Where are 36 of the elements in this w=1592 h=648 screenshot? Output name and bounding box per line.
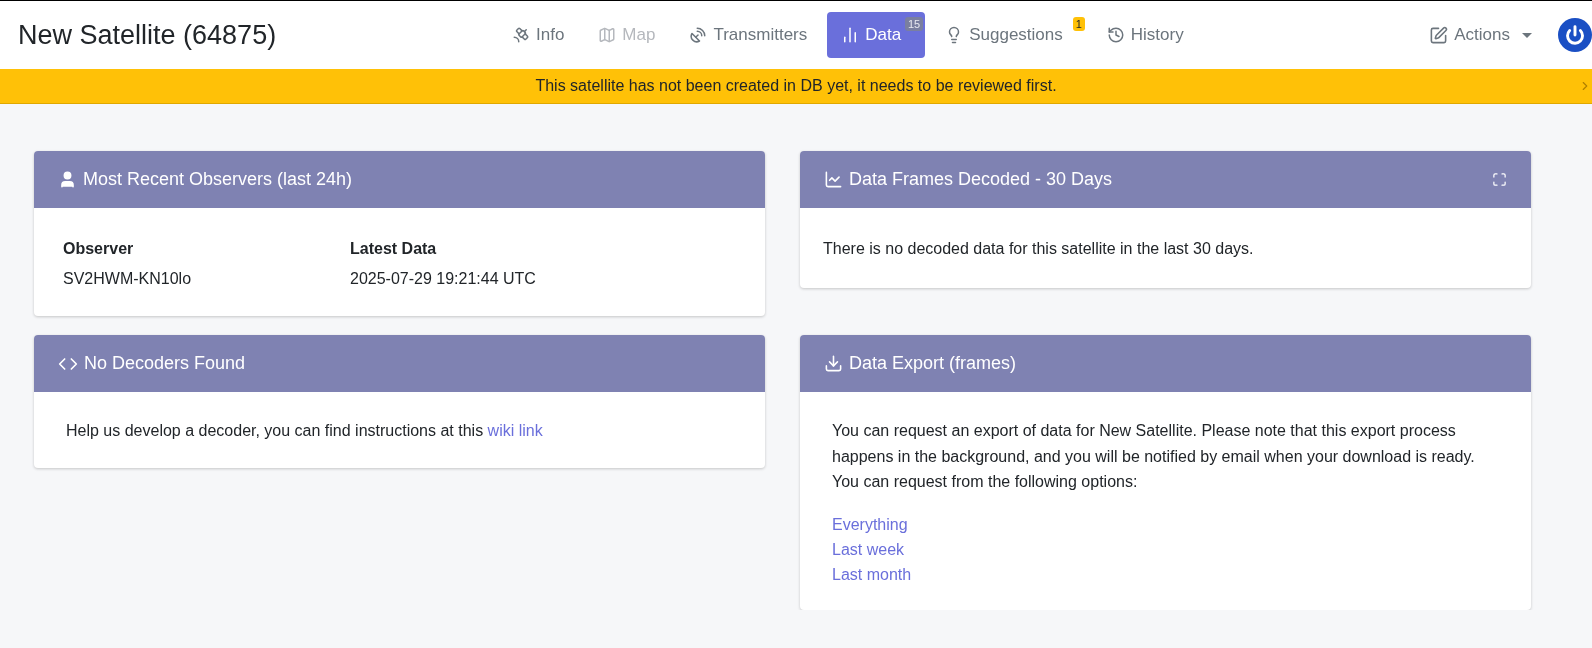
export-description: You can request an export of data for New Satellite. Please note that this export process happens in the background, and you will be notified by email when your download is ready. You can request from the following options: xyxy=(832,421,1476,493)
nav-tab[interactable]: Info xyxy=(498,12,579,58)
export-option-link[interactable]: Last month xyxy=(832,562,1499,588)
banner-text: This satellite has not been created in DB yet, it needs to be reviewed first. xyxy=(535,77,1057,95)
count-badge: 1 xyxy=(1072,17,1085,31)
export-option-link[interactable]: Last week xyxy=(832,537,1499,563)
column-header: Observer xyxy=(63,240,135,258)
edit-icon xyxy=(1429,25,1449,45)
actions-dropdown[interactable]: Actions xyxy=(1429,25,1532,45)
table-cell-text: SV2HWM-KN10lo xyxy=(63,270,193,288)
empty-message: There is no decoded data for this satellite in the last 30 days. xyxy=(823,239,1255,259)
user-icon xyxy=(58,170,77,189)
export-option-link[interactable]: Everything xyxy=(832,512,1499,538)
card-title: Data Export (frames) xyxy=(849,353,1018,374)
table-cell-text: 2025-07-29 19:21:44 UTC xyxy=(350,270,537,288)
count-badge: 15 xyxy=(904,17,924,31)
history-icon xyxy=(1106,26,1125,44)
nav-tab[interactable]: Transmitters xyxy=(675,12,822,58)
fullscreen-icon[interactable] xyxy=(1492,172,1507,187)
download-icon xyxy=(824,354,843,373)
map-icon xyxy=(598,26,617,44)
nav-tab[interactable]: History xyxy=(1092,12,1198,58)
nav-tab[interactable]: Data 15 xyxy=(827,12,926,58)
satellite-dish-icon xyxy=(689,26,708,44)
wiki-link[interactable]: wiki link xyxy=(487,422,543,439)
column-header: Latest Data xyxy=(350,240,438,258)
satellite-icon xyxy=(512,26,530,44)
caret-icon xyxy=(1522,32,1532,38)
line-chart-icon xyxy=(824,170,843,189)
card-title: Data Frames Decoded - 30 Days xyxy=(849,169,1114,190)
page-title: New Satellite (64875) xyxy=(18,19,278,51)
help-text: Help us develop a decoder, you can find instructions at this wiki link xyxy=(66,421,544,441)
user-avatar[interactable] xyxy=(1558,18,1592,52)
card-title: Most Recent Observers (last 24h) xyxy=(83,169,354,190)
nav-tab[interactable]: Suggestions 1 xyxy=(931,12,1087,58)
card-title: No Decoders Found xyxy=(84,353,247,374)
